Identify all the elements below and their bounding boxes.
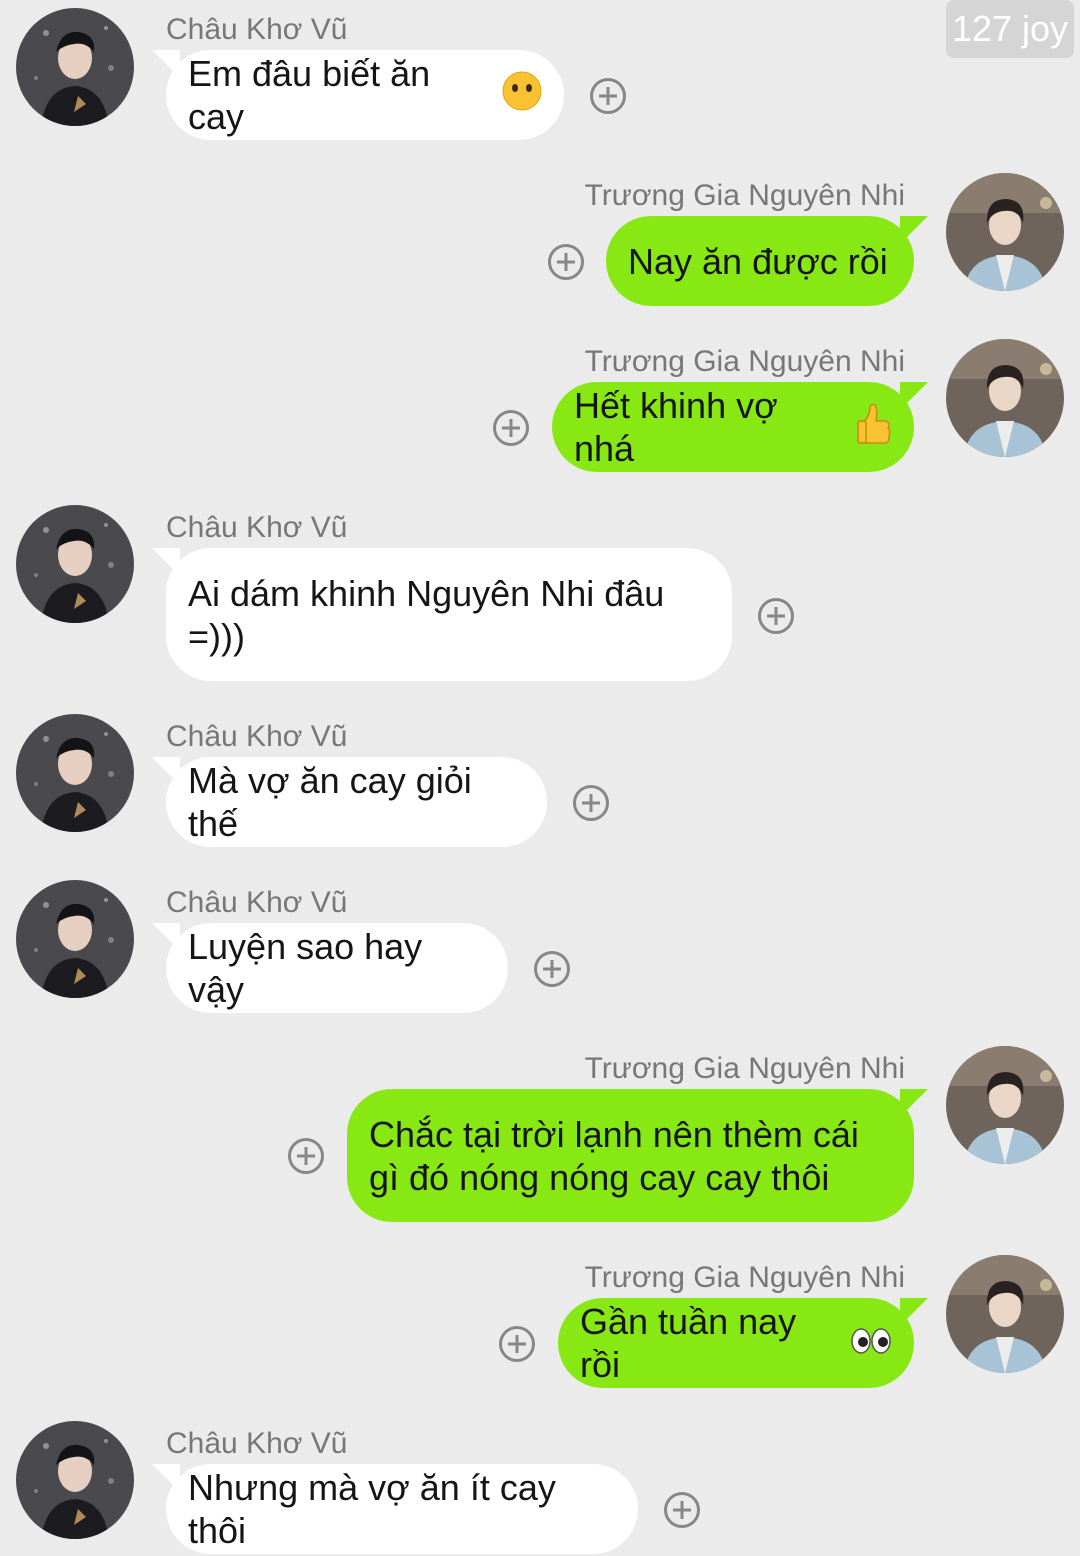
add-reaction-icon[interactable]	[758, 598, 794, 634]
message-text: Gần tuần nay rồi	[580, 1301, 797, 1385]
sender-name: Châu Khơ Vũ	[166, 720, 348, 753]
sender-name: Châu Khơ Vũ	[166, 13, 348, 46]
message-text: Luyện sao hay vậy	[188, 926, 423, 1010]
add-reaction-icon[interactable]	[288, 1138, 324, 1174]
avatar-truong-gia-nguyen-nhi[interactable]	[946, 339, 1064, 457]
avatar-chau-kho-vu[interactable]	[16, 1421, 134, 1539]
message-bubble[interactable]: Luyện sao hay vậy	[152, 923, 508, 1013]
avatar-truong-gia-nguyen-nhi[interactable]	[946, 1046, 1064, 1164]
message-text: Nhưng mà vợ ăn ít cay thôi	[188, 1467, 556, 1551]
message-bubble[interactable]: Gần tuần nay rồi	[558, 1298, 928, 1388]
message-text: Em đâu biết ăn cay	[188, 53, 431, 137]
message-text: Nay ăn được rồi	[628, 240, 888, 282]
message-text: Hết khinh vợ nhá	[574, 385, 778, 469]
sender-name: Trương Gia Nguyên Nhi	[584, 179, 905, 212]
sender-name: Trương Gia Nguyên Nhi	[584, 1052, 905, 1085]
sender-name: Châu Khơ Vũ	[166, 511, 348, 544]
sender-name: Châu Khơ Vũ	[166, 1427, 348, 1460]
add-reaction-icon[interactable]	[499, 1326, 535, 1362]
message-bubble[interactable]: Mà vợ ăn cay giỏi thế	[152, 757, 547, 847]
add-reaction-icon[interactable]	[664, 1492, 700, 1528]
neutral-face-emoji	[502, 71, 542, 120]
eyes-emoji	[850, 1322, 892, 1365]
message-bubble[interactable]: Ai dám khinh Nguyên Nhi đâu =)))	[152, 548, 732, 681]
add-reaction-icon[interactable]	[534, 951, 570, 987]
message-text: Mà vợ ăn cay giỏi thế	[188, 760, 472, 844]
sender-name: Châu Khơ Vũ	[166, 886, 348, 919]
message-text: Chắc tại trời lạnh nên thèm cái gì đó nó…	[369, 1113, 859, 1198]
avatar-chau-kho-vu[interactable]	[16, 880, 134, 998]
sender-name: Trương Gia Nguyên Nhi	[584, 1261, 905, 1294]
add-reaction-icon[interactable]	[548, 244, 584, 280]
message-bubble[interactable]: Hết khinh vợ nhá	[552, 382, 928, 472]
message-bubble[interactable]: Nhưng mà vợ ăn ít cay thôi	[152, 1464, 638, 1554]
watermark-badge: 127 joy	[946, 0, 1074, 58]
add-reaction-icon[interactable]	[590, 78, 626, 114]
message-bubble[interactable]: Em đâu biết ăn cay	[152, 50, 564, 140]
add-reaction-icon[interactable]	[573, 785, 609, 821]
thumbs-up-emoji	[856, 401, 892, 454]
message-bubble[interactable]: Nay ăn được rồi	[606, 216, 928, 306]
message-bubble[interactable]: Chắc tại trời lạnh nên thèm cái gì đó nó…	[347, 1089, 928, 1222]
sender-name: Trương Gia Nguyên Nhi	[584, 345, 905, 378]
avatar-chau-kho-vu[interactable]	[16, 505, 134, 623]
message-text: Ai dám khinh Nguyên Nhi đâu =)))	[188, 572, 665, 657]
avatar-truong-gia-nguyen-nhi[interactable]	[946, 173, 1064, 291]
avatar-chau-kho-vu[interactable]	[16, 8, 134, 126]
add-reaction-icon[interactable]	[493, 410, 529, 446]
avatar-chau-kho-vu[interactable]	[16, 714, 134, 832]
avatar-truong-gia-nguyen-nhi[interactable]	[946, 1255, 1064, 1373]
